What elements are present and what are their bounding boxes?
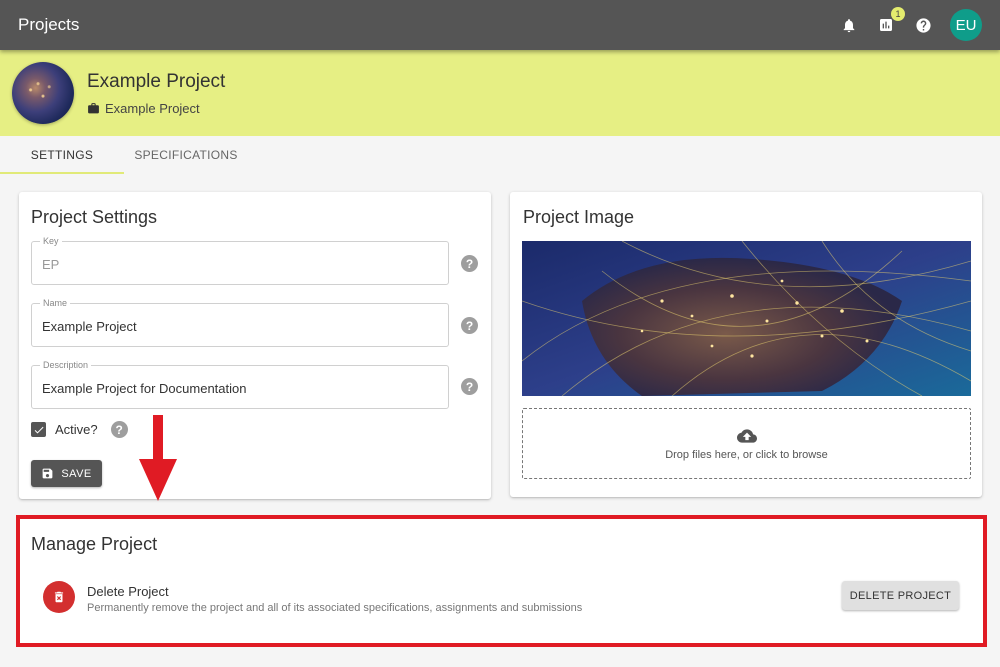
- project-avatar: [12, 62, 74, 124]
- delete-project-button[interactable]: DELETE PROJECT: [842, 581, 959, 610]
- active-row: Active? ?: [31, 421, 128, 438]
- active-checkbox[interactable]: [31, 422, 46, 437]
- description-input[interactable]: [42, 378, 437, 398]
- project-header: Example Project Example Project: [0, 50, 1000, 136]
- dropzone-text: Drop files here, or click to browse: [665, 449, 828, 461]
- name-field[interactable]: Name: [31, 298, 449, 347]
- cloud-upload-icon: [736, 429, 757, 443]
- save-label: SAVE: [61, 467, 92, 480]
- tab-bar: SETTINGS SPECIFICATIONS: [0, 136, 1000, 174]
- project-image: [522, 241, 971, 396]
- app-title: Projects: [18, 15, 80, 34]
- notification-badge: 1: [891, 7, 905, 21]
- active-help-icon[interactable]: ?: [110, 421, 128, 438]
- description-label: Description: [40, 360, 92, 370]
- bell-icon: [843, 18, 855, 32]
- delete-project-description: Permanently remove the project and all o…: [87, 602, 583, 614]
- project-subtitle: Example Project: [105, 100, 200, 116]
- project-header-text: Example Project Example Project: [87, 71, 225, 116]
- tab-settings[interactable]: SETTINGS: [0, 136, 124, 174]
- description-field[interactable]: Description: [31, 360, 449, 409]
- project-name: Example Project: [87, 70, 226, 92]
- name-label: Name: [40, 298, 71, 308]
- help-button[interactable]: [910, 12, 936, 38]
- project-subtitle-row: Example Project: [87, 101, 225, 116]
- key-label: Key: [40, 236, 62, 246]
- user-avatar[interactable]: EU: [950, 9, 982, 41]
- briefcase-icon: [88, 102, 99, 113]
- key-field: Key: [31, 236, 449, 285]
- manage-project-title: Manage Project: [31, 534, 158, 554]
- delete-project-icon: [43, 581, 75, 613]
- project-settings-card: Project Settings Key ? Name ? Descriptio…: [19, 192, 491, 499]
- checkbox-icon: [34, 426, 43, 433]
- name-help-icon[interactable]: ?: [461, 317, 478, 334]
- reports-button[interactable]: 1: [873, 7, 905, 38]
- help-icon: [915, 17, 931, 33]
- earth-network-image: [522, 241, 971, 396]
- project-image-title: Project Image: [523, 207, 635, 227]
- manage-project-section: Manage Project Delete Project Permanentl…: [16, 515, 987, 647]
- delete-project-title: Delete Project: [87, 584, 169, 599]
- active-label: Active?: [55, 422, 98, 437]
- image-dropzone[interactable]: Drop files here, or click to browse: [522, 408, 971, 479]
- save-button[interactable]: SAVE: [31, 460, 102, 487]
- trash-icon: [54, 591, 64, 603]
- project-settings-title: Project Settings: [31, 207, 158, 227]
- name-input[interactable]: [42, 316, 437, 336]
- tab-specifications[interactable]: SPECIFICATIONS: [124, 136, 248, 174]
- save-icon: [43, 468, 53, 479]
- project-image-card: Project Image Drop files here, or click …: [510, 192, 982, 497]
- key-input: [42, 254, 437, 274]
- chart-icon: [880, 19, 892, 31]
- app-bar: Projects 1 EU: [0, 0, 1000, 50]
- key-help-icon[interactable]: ?: [461, 255, 478, 272]
- arrow-down-icon: [139, 415, 177, 501]
- notifications-button[interactable]: [836, 12, 862, 38]
- description-help-icon[interactable]: ?: [461, 378, 478, 395]
